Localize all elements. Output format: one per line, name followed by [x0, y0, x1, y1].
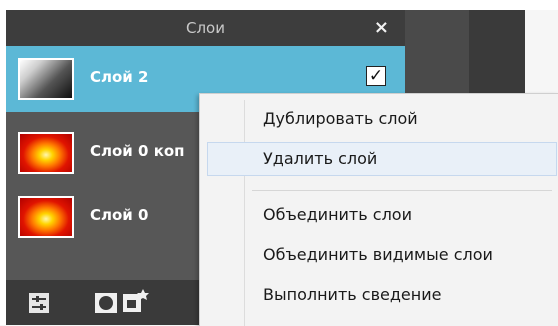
new-layer-icon[interactable]	[122, 288, 150, 318]
layer-thumbnail	[18, 196, 74, 238]
close-icon[interactable]: ×	[374, 17, 389, 39]
menu-separator	[252, 190, 552, 191]
panel-header: Слои ×	[6, 10, 405, 46]
menu-item-flatten-image[interactable]: Выполнить сведение	[207, 278, 557, 312]
menu-item-merge-layers[interactable]: Объединить слои	[207, 198, 557, 232]
layer-thumbnail	[18, 58, 74, 100]
layer-name: Слой 0	[90, 206, 149, 224]
layer-visibility-checkbox[interactable]: ✓	[366, 66, 386, 86]
layer-settings-icon[interactable]	[28, 292, 50, 318]
context-menu: Дублировать слой Удалить слой Объединить…	[199, 93, 558, 326]
layer-thumbnail	[18, 132, 74, 174]
image-top-margin	[0, 0, 558, 10]
menu-item-delete-layer[interactable]: Удалить слой	[207, 142, 557, 176]
menu-item-duplicate-layer[interactable]: Дублировать слой	[207, 102, 557, 136]
menu-item-merge-visible-layers[interactable]: Объединить видимые слои	[207, 238, 557, 272]
layer-name: Слой 0 коп	[90, 142, 185, 160]
layer-mask-icon[interactable]	[94, 292, 118, 318]
layer-name: Слой 2	[90, 68, 149, 86]
panel-title: Слои	[186, 19, 225, 37]
